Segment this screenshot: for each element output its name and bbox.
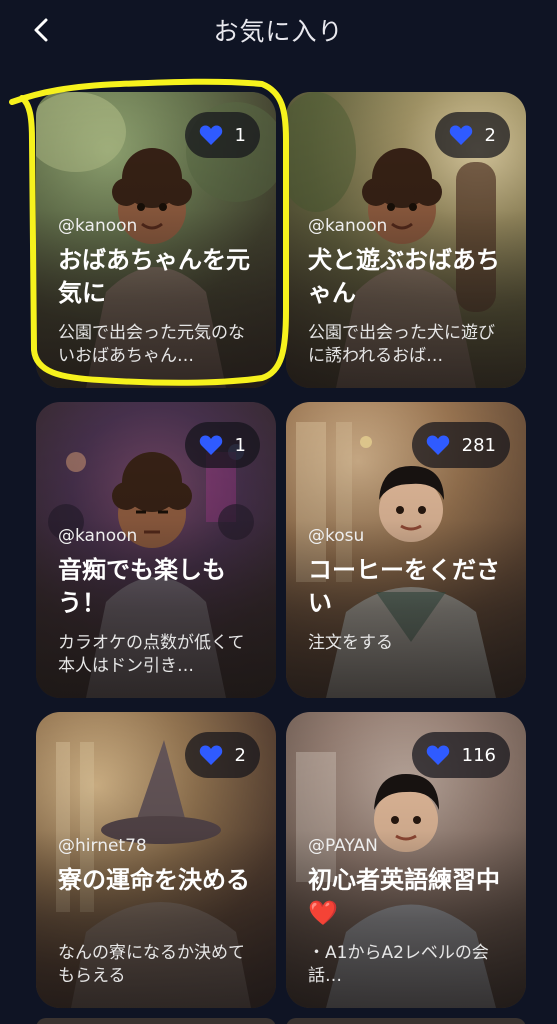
card-description: 注文をする	[308, 633, 393, 653]
like-badge[interactable]: 1	[184, 422, 260, 468]
card-author: @hirnet78	[58, 836, 147, 856]
favorites-grid: 1 @kanoon おばあちゃんを元気に 公園で出会った元気のないおばあちゃん……	[0, 0, 557, 1024]
card-description: カラオケの点数が低くて本人はドン引き…	[58, 633, 245, 676]
heart-icon	[449, 125, 472, 145]
card-title-text: 初心者英語練習中	[308, 866, 500, 894]
heart-icon	[426, 435, 449, 455]
card-description: なんの寮になるか決めてもらえる	[58, 943, 245, 986]
heart-icon	[199, 435, 222, 455]
card-title: 犬と遊ぶおばあちゃん	[308, 246, 500, 307]
card-description: 公園で出会った犬に遊びに誘われるおば…	[308, 323, 495, 366]
heart-icon	[199, 125, 222, 145]
card-description: 公園で出会った元気のないおばあちゃん…	[58, 323, 245, 366]
card-author: @kanoon	[308, 216, 388, 236]
scenario-card[interactable]: 281 @kosu コーヒーをください 注文をする	[286, 402, 526, 698]
like-count: 116	[461, 744, 496, 766]
like-count: 2	[234, 744, 246, 766]
card-author: @kanoon	[58, 216, 138, 236]
like-badge[interactable]: 2	[434, 112, 510, 158]
scenario-card[interactable]: 1 @kanoon おばあちゃんを元気に 公園で出会った元気のないおばあちゃん…	[36, 92, 276, 388]
card-author: @kosu	[308, 526, 365, 546]
like-count: 281	[461, 434, 496, 456]
heart-icon	[199, 745, 222, 765]
like-count: 2	[484, 124, 496, 146]
like-badge[interactable]: 2	[184, 732, 260, 778]
scenario-card[interactable]: 1 @kanoon 音痴でも楽しもう！ カラオケの点数が低くて本人はドン引き…	[36, 402, 276, 698]
like-badge[interactable]: 1	[184, 112, 260, 158]
scenario-card[interactable]: 116 @PAYAN 初心者英語練習中 ❤️ ・A1からA2レベルの会話…	[286, 712, 526, 1008]
heart-icon	[426, 745, 449, 765]
card-author: @kanoon	[58, 526, 138, 546]
like-badge[interactable]: 116	[411, 732, 510, 778]
red-heart-emoji: ❤️	[308, 899, 338, 927]
card-title: 初心者英語練習中 ❤️	[308, 864, 518, 930]
like-count: 1	[234, 124, 246, 146]
card-title: 寮の運命を決める	[58, 866, 250, 894]
next-card-peek	[36, 1018, 276, 1024]
scenario-card[interactable]: 2 @kanoon 犬と遊ぶおばあちゃん 公園で出会った犬に遊びに誘われるおば…	[286, 92, 526, 388]
card-author: @PAYAN	[308, 836, 378, 856]
like-count: 1	[234, 434, 246, 456]
card-title: 音痴でも楽しもう！	[58, 556, 226, 617]
card-title: おばあちゃんを元気に	[58, 246, 250, 307]
next-card-peek	[286, 1018, 526, 1024]
like-badge[interactable]: 281	[411, 422, 510, 468]
card-description: ・A1からA2レベルの会話…	[308, 943, 489, 986]
card-title: コーヒーをください	[308, 556, 500, 617]
scenario-card[interactable]: 2 @hirnet78 寮の運命を決める なんの寮になるか決めてもらえる	[36, 712, 276, 1008]
